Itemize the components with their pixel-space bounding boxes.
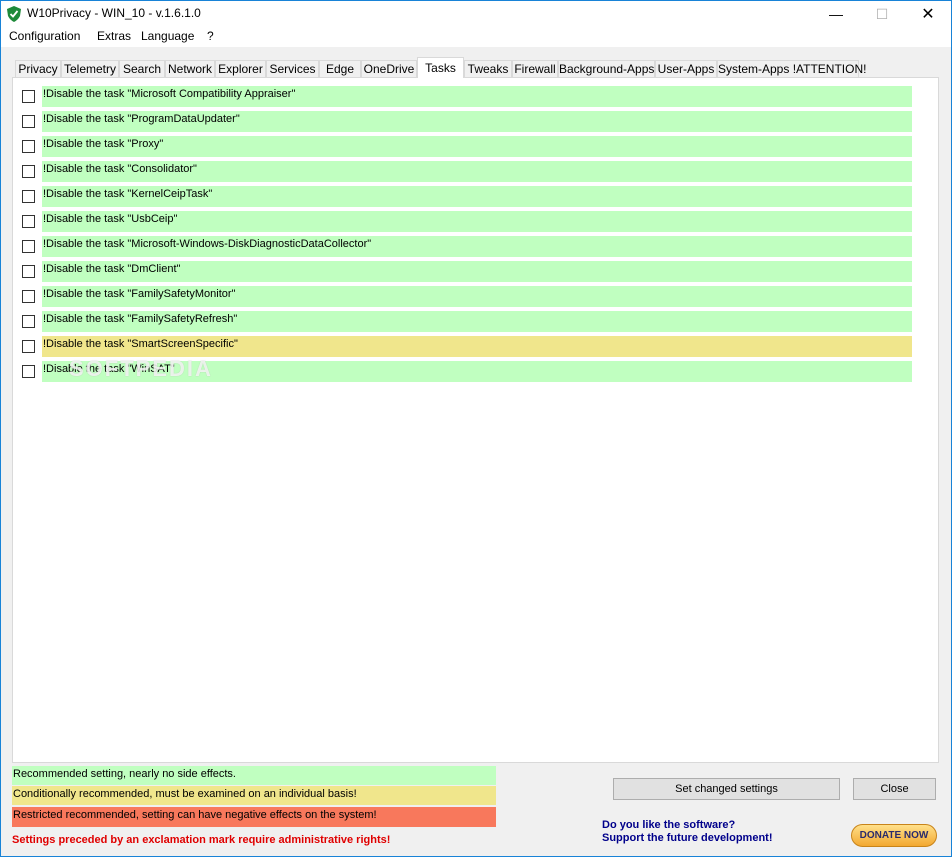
window-title: W10Privacy - WIN_10 - v.1.6.1.0 (27, 6, 201, 20)
task-checkbox[interactable] (22, 340, 35, 353)
task-row[interactable]: !Disable the task "DmClient" (22, 261, 922, 282)
menu-configuration[interactable]: Configuration (8, 29, 81, 43)
tab-explorer[interactable]: Explorer (215, 60, 266, 77)
donate-line-2: Support the future development! (602, 832, 773, 844)
tab-search[interactable]: Search (119, 60, 165, 77)
menu-bar: Configuration Extras Language ? (1, 27, 951, 47)
tab-telemetry[interactable]: Telemetry (61, 60, 119, 77)
set-changed-settings-button[interactable]: Set changed settings (613, 778, 840, 800)
tab-onedrive[interactable]: OneDrive (361, 60, 417, 77)
task-checkbox[interactable] (22, 215, 35, 228)
admin-rights-note: Settings preceded by an exclamation mark… (12, 834, 391, 846)
task-row[interactable]: !Disable the task "Microsoft Compatibili… (22, 86, 922, 107)
donate-text: Do you like the software? Support the fu… (602, 819, 773, 845)
legend-conditional: Conditionally recommended, must be exami… (12, 786, 496, 805)
legend-restricted: Restricted recommended, setting can have… (12, 807, 496, 827)
menu-language[interactable]: Language (140, 29, 195, 43)
tab-firewall[interactable]: Firewall (512, 60, 558, 77)
task-row[interactable]: !Disable the task "UsbCeip" (22, 211, 922, 232)
task-row[interactable]: !Disable the task "ProgramDataUpdater" (22, 111, 922, 132)
task-label[interactable]: !Disable the task "Consolidator" (42, 161, 912, 182)
menu-extras[interactable]: Extras (96, 29, 132, 43)
task-checkbox[interactable] (22, 290, 35, 303)
menu-help[interactable]: ? (206, 29, 215, 43)
task-checkbox[interactable] (22, 190, 35, 203)
minimize-button[interactable]: — (813, 1, 859, 27)
donate-button[interactable]: DONATE NOW (851, 824, 937, 847)
app-window: W10Privacy - WIN_10 - v.1.6.1.0 — ☐ ✕ Co… (0, 0, 952, 857)
task-label[interactable]: !Disable the task "SmartScreenSpecific" (42, 336, 912, 357)
task-row[interactable]: !Disable the task "FamilySafetyRefresh" (22, 311, 922, 332)
task-label[interactable]: !Disable the task "FamilySafetyRefresh" (42, 311, 912, 332)
task-label[interactable]: !Disable the task "DmClient" (42, 261, 912, 282)
task-label[interactable]: !Disable the task "FamilySafetyMonitor" (42, 286, 912, 307)
maximize-button[interactable]: ☐ (859, 1, 905, 27)
shield-icon (7, 6, 21, 22)
task-checkbox[interactable] (22, 240, 35, 253)
tab-user-apps[interactable]: User-Apps (655, 60, 717, 77)
task-label[interactable]: !Disable the task "ProgramDataUpdater" (42, 111, 912, 132)
donate-line-1: Do you like the software? (602, 819, 736, 831)
watermark: SOFTPEDIA (69, 356, 213, 381)
task-row[interactable]: !Disable the task "Consolidator" (22, 161, 922, 182)
task-row[interactable]: !Disable the task "SmartScreenSpecific" (22, 336, 922, 357)
tab-tweaks[interactable]: Tweaks (464, 60, 512, 77)
tab-edge[interactable]: Edge (319, 60, 361, 77)
close-window-button[interactable]: ✕ (905, 1, 951, 27)
task-checkbox[interactable] (22, 265, 35, 278)
task-checkbox[interactable] (22, 365, 35, 378)
legend-recommended: Recommended setting, nearly no side effe… (12, 766, 496, 785)
tab-tasks[interactable]: Tasks (417, 57, 464, 78)
task-row[interactable]: !Disable the task "Proxy" (22, 136, 922, 157)
tab-services[interactable]: Services (266, 60, 319, 77)
task-checkbox[interactable] (22, 115, 35, 128)
task-row[interactable]: !Disable the task "KernelCeipTask" (22, 186, 922, 207)
tab-privacy[interactable]: Privacy (15, 60, 61, 77)
tasks-panel: !Disable the task "Microsoft Compatibili… (12, 77, 939, 763)
task-checkbox[interactable] (22, 140, 35, 153)
task-label[interactable]: !Disable the task "KernelCeipTask" (42, 186, 912, 207)
task-label[interactable]: !Disable the task "Microsoft-Windows-Dis… (42, 236, 912, 257)
task-checkbox[interactable] (22, 165, 35, 178)
task-row[interactable]: !Disable the task "FamilySafetyMonitor" (22, 286, 922, 307)
task-label[interactable]: !Disable the task "Proxy" (42, 136, 912, 157)
task-label[interactable]: !Disable the task "UsbCeip" (42, 211, 912, 232)
close-button[interactable]: Close (853, 778, 936, 800)
title-bar: W10Privacy - WIN_10 - v.1.6.1.0 — ☐ ✕ (1, 1, 951, 27)
tab-network[interactable]: Network (165, 60, 215, 77)
task-checkbox[interactable] (22, 90, 35, 103)
task-label[interactable]: !Disable the task "Microsoft Compatibili… (42, 86, 912, 107)
task-row[interactable]: !Disable the task "Microsoft-Windows-Dis… (22, 236, 922, 257)
task-checkbox[interactable] (22, 315, 35, 328)
tab-system-apps[interactable]: System-Apps !ATTENTION! (717, 60, 866, 77)
tab-background-apps[interactable]: Background-Apps (558, 60, 655, 77)
